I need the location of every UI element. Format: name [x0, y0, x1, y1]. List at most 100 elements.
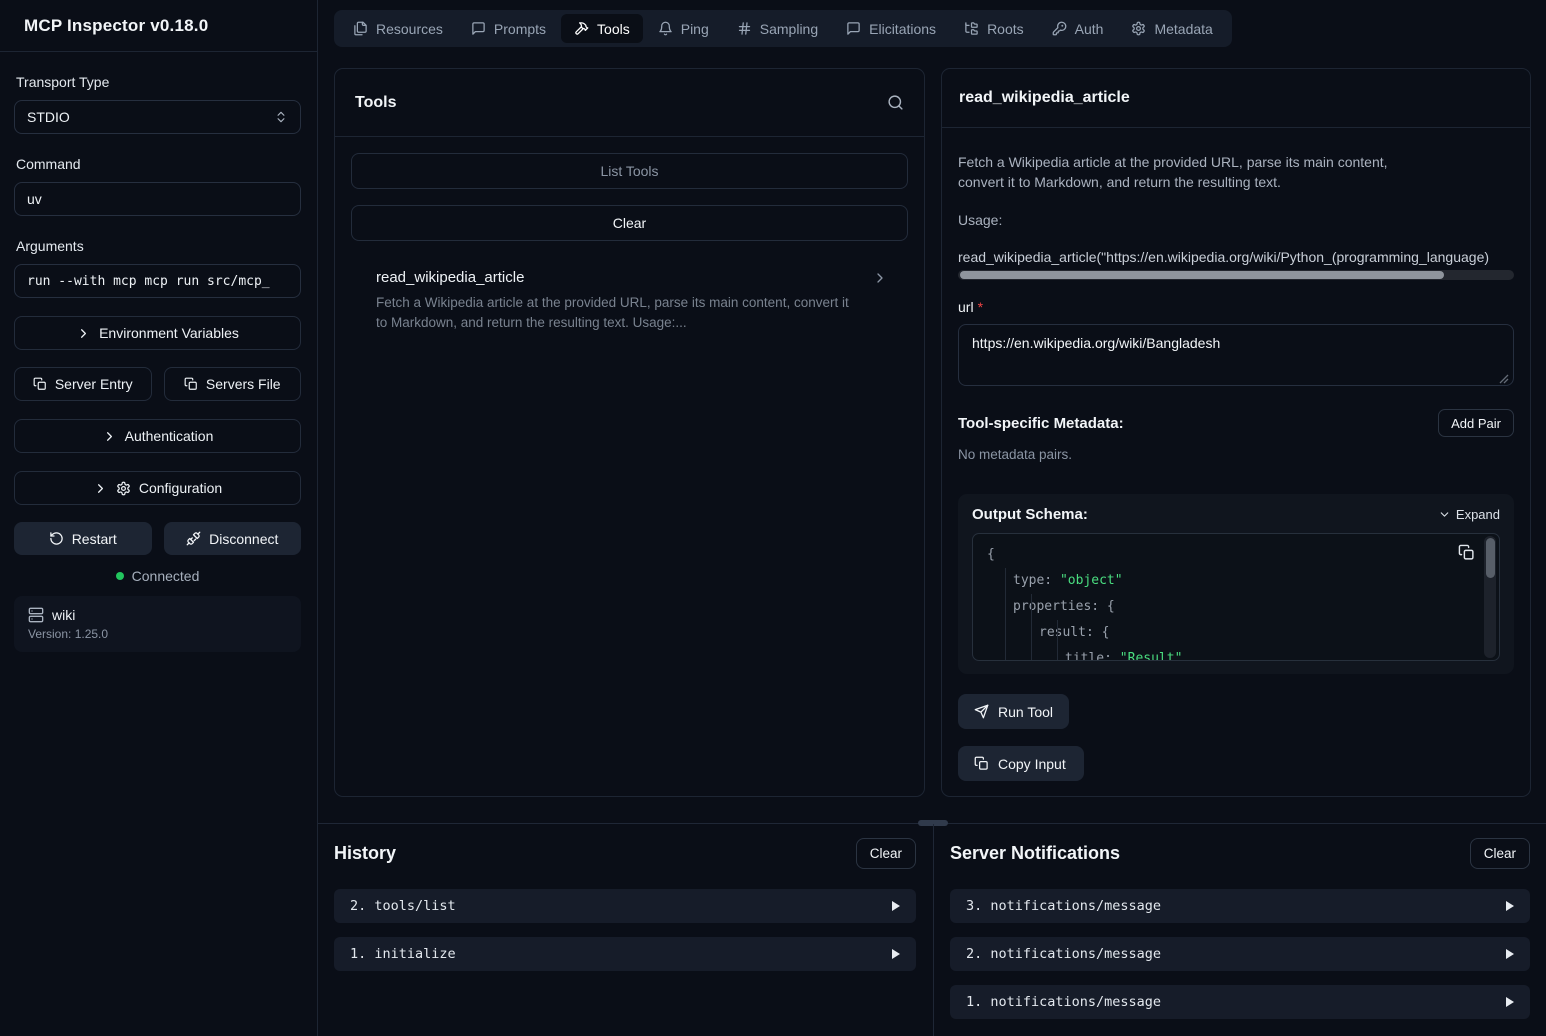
add-pair-button[interactable]: Add Pair: [1438, 409, 1514, 437]
notification-item[interactable]: 2. notifications/message: [950, 937, 1530, 971]
tool-detail-title: read_wikipedia_article: [959, 89, 1130, 107]
code-line: result: {: [987, 620, 1469, 646]
disconnect-button[interactable]: Disconnect: [164, 522, 302, 555]
configuration-label: Configuration: [139, 480, 222, 496]
transport-type-value: STDIO: [27, 109, 70, 125]
tab-label: Sampling: [760, 21, 818, 37]
tab-label: Resources: [376, 21, 443, 37]
history-item[interactable]: 2. tools/list: [334, 889, 916, 923]
scrollbar-thumb[interactable]: [1486, 538, 1495, 578]
environment-variables-button[interactable]: Environment Variables: [14, 316, 301, 350]
gear-icon: [1131, 21, 1146, 36]
scrollbar-thumb[interactable]: [960, 271, 1444, 279]
resize-handle-icon[interactable]: [1499, 374, 1509, 384]
history-title: History: [334, 843, 396, 864]
tab-auth[interactable]: Auth: [1039, 14, 1117, 43]
copy-icon: [33, 377, 47, 391]
tab-sampling[interactable]: Sampling: [724, 14, 831, 43]
schema-vertical-scrollbar[interactable]: [1484, 536, 1496, 658]
server-entry-button[interactable]: Server Entry: [14, 367, 152, 401]
tool-list-item[interactable]: read_wikipedia_article Fetch a Wikipedia…: [351, 269, 908, 333]
copy-input-button[interactable]: Copy Input: [958, 746, 1084, 781]
server-name: wiki: [52, 607, 75, 623]
tool-detail-panel: read_wikipedia_article Fetch a Wikipedia…: [941, 68, 1531, 797]
disconnect-label: Disconnect: [209, 531, 278, 547]
code-line: type: "object": [987, 568, 1469, 594]
chevron-right-icon: [93, 481, 108, 496]
transport-type-select[interactable]: STDIO: [14, 100, 301, 134]
server-notifications-title: Server Notifications: [950, 843, 1120, 864]
tools-panel-title: Tools: [355, 94, 396, 112]
tab-metadata[interactable]: Metadata: [1118, 14, 1225, 43]
chevron-right-icon: [872, 270, 888, 286]
authentication-button[interactable]: Authentication: [14, 419, 301, 453]
arguments-label: Arguments: [16, 238, 301, 254]
vertical-splitter[interactable]: [933, 824, 934, 1036]
run-tool-button[interactable]: Run Tool: [958, 694, 1069, 729]
app-window: MCP Inspector v0.18.0 Transport Type STD…: [0, 0, 1546, 1036]
indent-guide: [1031, 594, 1032, 660]
server-version: Version: 1.25.0: [28, 627, 287, 641]
tab-roots[interactable]: Roots: [951, 14, 1037, 43]
sidebar-header: MCP Inspector v0.18.0: [0, 0, 317, 52]
tab-resources[interactable]: Resources: [340, 14, 456, 43]
connection-status: Connected: [14, 568, 301, 584]
tool-metadata-label: Tool-specific Metadata:: [958, 415, 1124, 432]
clear-notifications-button[interactable]: Clear: [1470, 838, 1530, 869]
clear-history-button[interactable]: Clear: [856, 838, 916, 869]
output-schema-label: Output Schema:: [972, 506, 1088, 523]
play-icon: [1506, 997, 1514, 1007]
server-entry-label: Server Entry: [55, 376, 133, 392]
files-icon: [353, 21, 368, 36]
tools-panel: Tools List Tools Clear read_wikipedia_ar…: [334, 68, 925, 797]
configuration-button[interactable]: Configuration: [14, 471, 301, 505]
play-icon: [1506, 949, 1514, 959]
notification-item[interactable]: 3. notifications/message: [950, 889, 1530, 923]
notification-item-label: 1. notifications/message: [966, 994, 1161, 1010]
metadata-empty-text: No metadata pairs.: [958, 447, 1514, 462]
output-schema-card: Output Schema: Expand { type: "object" p…: [958, 494, 1514, 674]
run-tool-label: Run Tool: [998, 704, 1053, 720]
notification-item-label: 2. notifications/message: [966, 946, 1161, 962]
required-asterisk: *: [978, 299, 983, 315]
url-input[interactable]: https://en.wikipedia.org/wiki/Bangladesh: [958, 324, 1514, 386]
command-input[interactable]: [14, 182, 301, 216]
unplug-icon: [186, 531, 201, 546]
arguments-input[interactable]: [14, 264, 301, 298]
message-square-icon: [846, 21, 861, 36]
chevron-down-icon: [1438, 508, 1451, 521]
play-icon: [892, 949, 900, 959]
tab-ping[interactable]: Ping: [645, 14, 722, 43]
copy-input-label: Copy Input: [998, 756, 1066, 772]
tab-tools[interactable]: Tools: [561, 14, 643, 43]
search-icon[interactable]: [887, 94, 904, 111]
usage-horizontal-scrollbar[interactable]: [958, 270, 1514, 280]
clear-tools-button[interactable]: Clear: [351, 205, 908, 241]
servers-file-button[interactable]: Servers File: [164, 367, 302, 401]
chevron-right-icon: [76, 326, 91, 341]
restart-button[interactable]: Restart: [14, 522, 152, 555]
play-icon: [1506, 901, 1514, 911]
tab-prompts[interactable]: Prompts: [458, 14, 559, 43]
tab-label: Metadata: [1154, 21, 1212, 37]
tool-description: Fetch a Wikipedia article at the provide…: [376, 293, 856, 333]
output-schema-code: { type: "object" properties: { result: {…: [972, 533, 1500, 661]
code-line: title: "Result": [987, 646, 1469, 661]
history-item-label: 1. initialize: [350, 946, 456, 962]
chevron-right-icon: [102, 429, 117, 444]
tab-label: Prompts: [494, 21, 546, 37]
history-item[interactable]: 1. initialize: [334, 937, 916, 971]
notification-item[interactable]: 1. notifications/message: [950, 985, 1530, 1019]
url-field-label: url*: [958, 299, 1514, 315]
copy-schema-icon[interactable]: [1458, 544, 1475, 561]
tab-elicitations[interactable]: Elicitations: [833, 14, 949, 43]
expand-schema-button[interactable]: Expand: [1438, 507, 1500, 522]
tool-name: read_wikipedia_article: [376, 269, 524, 286]
bell-icon: [658, 21, 673, 36]
notification-item-label: 3. notifications/message: [966, 898, 1161, 914]
transport-type-label: Transport Type: [16, 74, 301, 90]
history-item-label: 2. tools/list: [350, 898, 456, 914]
server-info-card: wiki Version: 1.25.0: [14, 596, 301, 652]
key-icon: [1052, 21, 1067, 36]
list-tools-button[interactable]: List Tools: [351, 153, 908, 189]
